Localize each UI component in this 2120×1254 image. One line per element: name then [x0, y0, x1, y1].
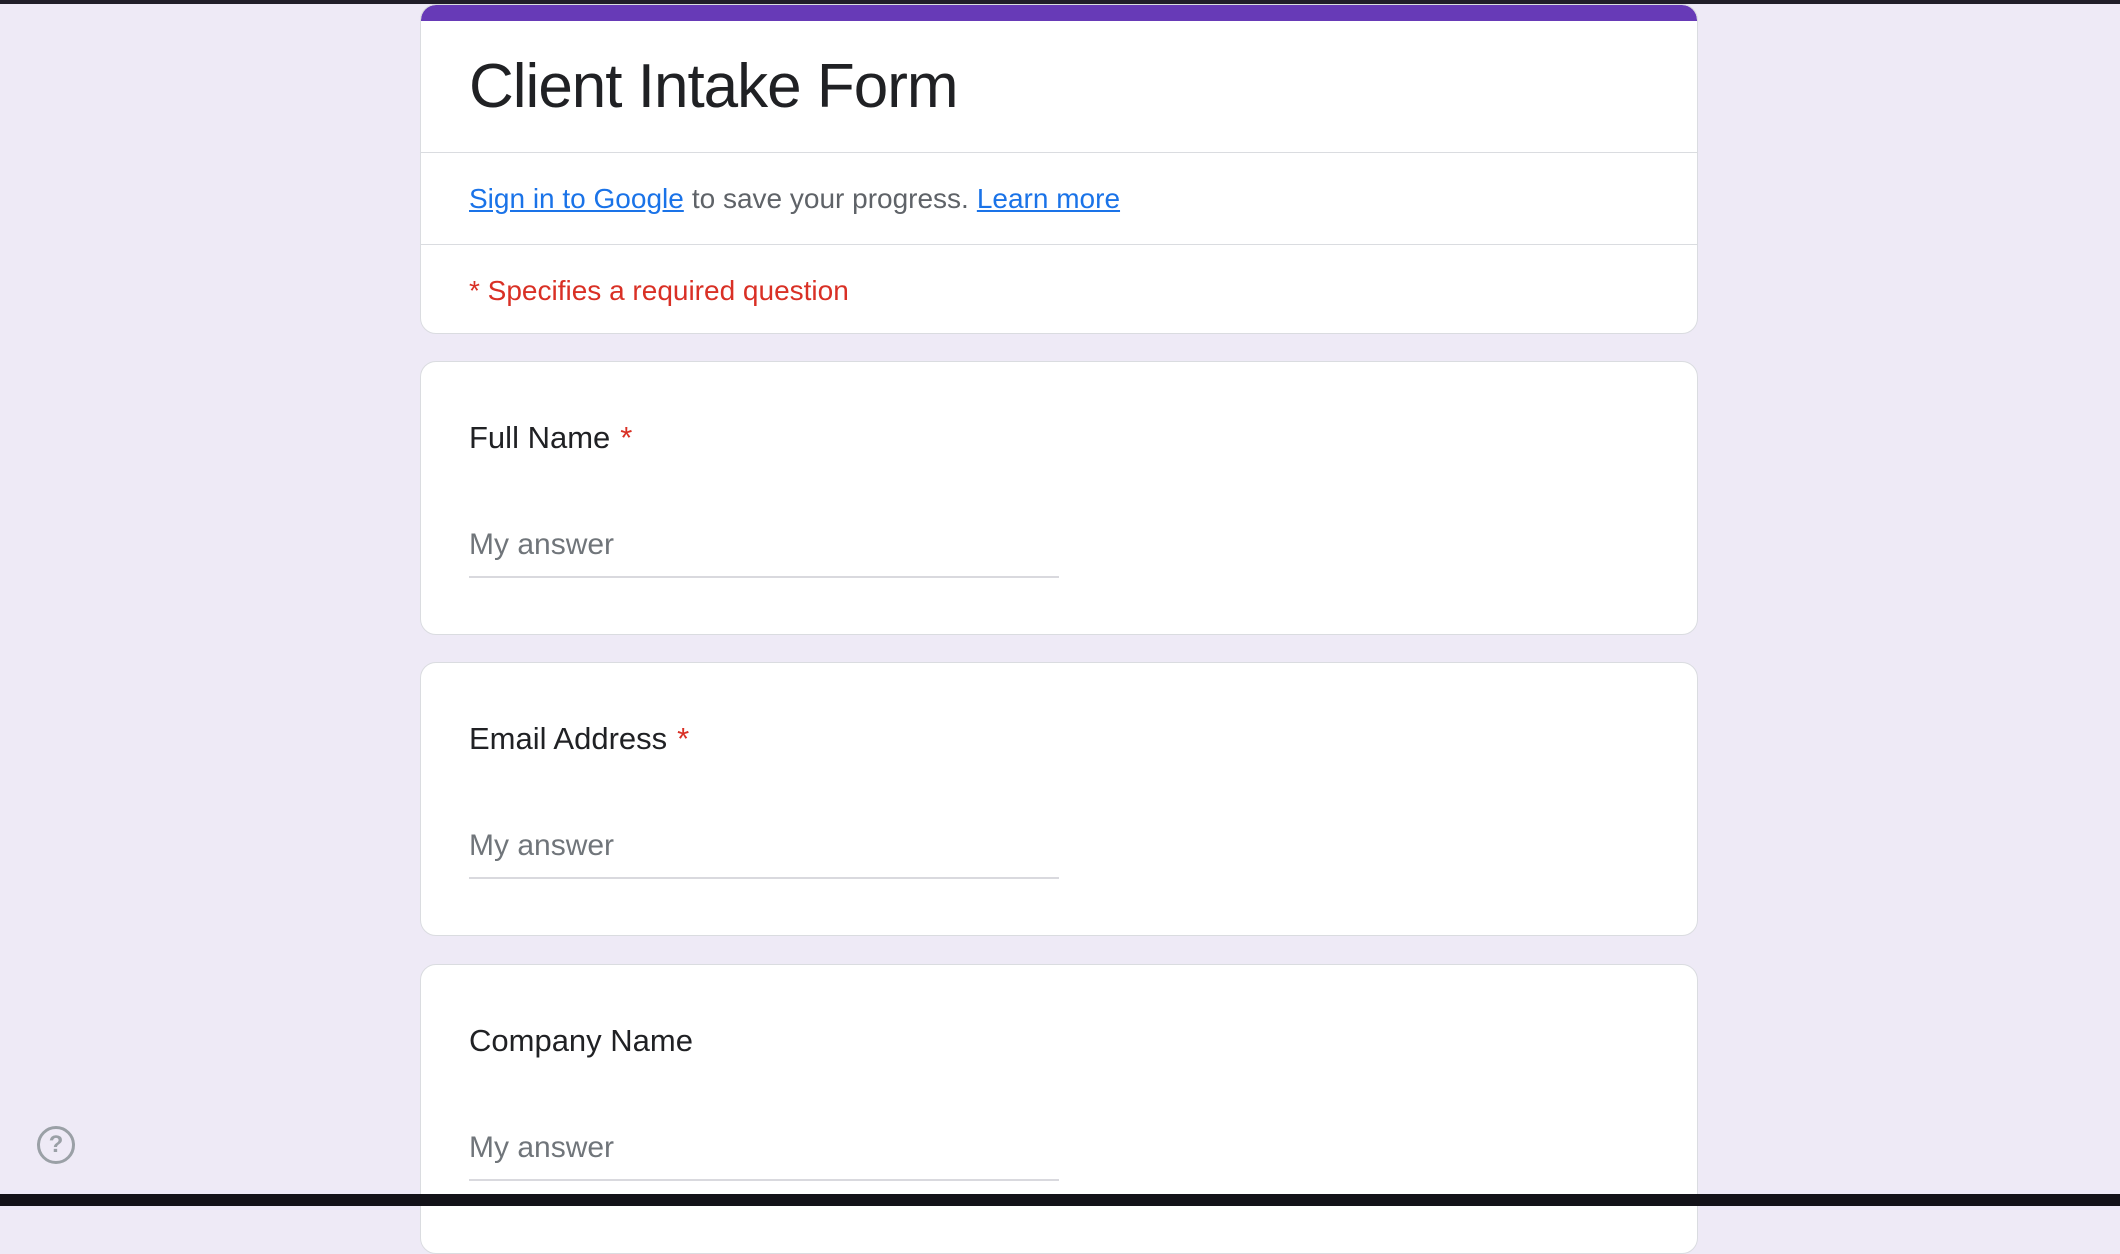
sign-in-link[interactable]: Sign in to Google: [469, 183, 684, 215]
answer-input-email-address[interactable]: [469, 828, 1059, 879]
answer-input-full-name[interactable]: [469, 527, 1059, 578]
answer-input-company-name[interactable]: [469, 1130, 1059, 1181]
question-label: Company Name: [469, 1021, 1649, 1060]
question-card-email-address: Email Address *: [420, 662, 1698, 936]
form-title: Client Intake Form: [469, 51, 958, 122]
bottom-edge-bar: [0, 1194, 2120, 1206]
required-asterisk: *: [620, 420, 632, 455]
signin-text: to save your progress.: [692, 183, 969, 215]
required-note: * Specifies a required question: [469, 275, 849, 307]
question-label-text: Company Name: [469, 1023, 693, 1058]
question-label: Email Address *: [469, 719, 1649, 758]
required-note-row: * Specifies a required question: [421, 244, 1697, 334]
question-card-company-name: Company Name: [420, 964, 1698, 1254]
question-label-text: Full Name: [469, 420, 610, 455]
help-icon: ?: [49, 1131, 64, 1159]
required-asterisk: *: [677, 721, 689, 756]
help-button[interactable]: ?: [37, 1126, 75, 1164]
question-label: Full Name *: [469, 418, 1649, 457]
top-edge-bar: [0, 0, 2120, 4]
learn-more-link[interactable]: Learn more: [977, 183, 1120, 215]
signin-row: Sign in to Google to save your progress.…: [421, 152, 1697, 244]
question-card-full-name: Full Name *: [420, 361, 1698, 635]
title-row: Client Intake Form: [421, 21, 1697, 152]
form-header-card: Client Intake Form Sign in to Google to …: [420, 4, 1698, 334]
theme-accent-bar: [421, 5, 1697, 21]
question-label-text: Email Address: [469, 721, 667, 756]
